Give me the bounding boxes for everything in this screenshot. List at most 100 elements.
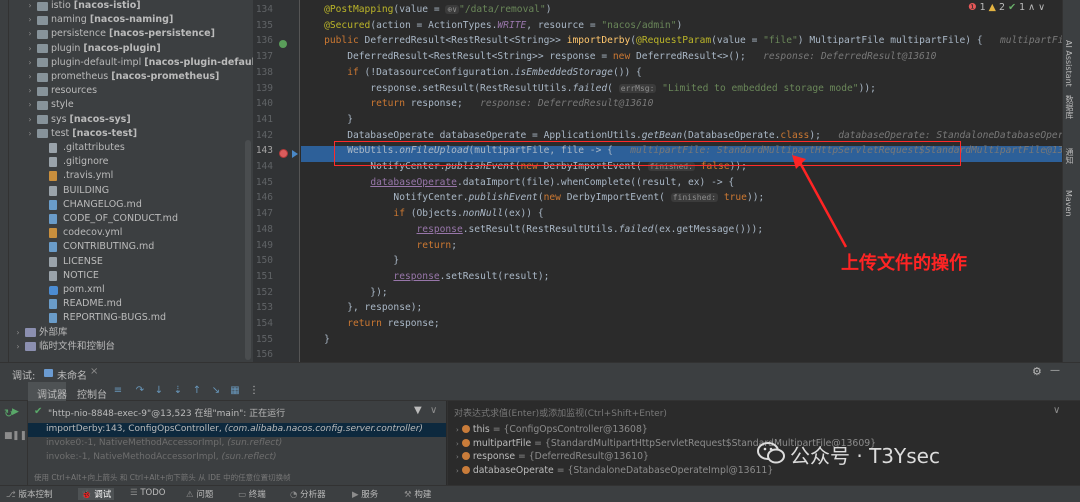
stack-frame[interactable]: invoke:-1, NativeMethodAccessorImpl, (su… xyxy=(46,452,277,462)
more-icon[interactable]: ⋮ xyxy=(248,385,260,397)
code-line[interactable]: @PostMapping(value = ⊕∨ "/data/removal") xyxy=(301,2,551,18)
chevron-right-icon[interactable]: › xyxy=(456,453,459,461)
chevron-right-icon[interactable]: › xyxy=(456,440,459,448)
code-line[interactable]: } xyxy=(301,253,399,269)
tree-item[interactable]: LICENSE xyxy=(9,255,253,269)
code-line[interactable]: response.setResult(RestResultUtils.faile… xyxy=(301,81,876,97)
tree-item[interactable]: › plugin [nacos-plugin] xyxy=(9,42,253,56)
code-line[interactable]: response.setResult(result); xyxy=(301,269,549,285)
chevron-right-icon[interactable]: › xyxy=(25,98,35,112)
chevron-right-icon[interactable]: › xyxy=(13,340,23,354)
run-to-cursor-icon[interactable]: ↘ xyxy=(210,385,222,397)
filter-icon[interactable]: ▼ xyxy=(414,405,422,416)
code-line[interactable]: } xyxy=(301,112,353,128)
tree-item[interactable]: README.md xyxy=(9,297,253,311)
code-line[interactable]: return response; response: DeferredResul… xyxy=(301,96,653,112)
ai-assistant-tool[interactable]: AI Assistant xyxy=(1064,40,1073,87)
tree-item[interactable]: pom.xml xyxy=(9,283,253,297)
tree-item[interactable]: › prometheus [nacos-prometheus] xyxy=(9,70,253,84)
thread-selector[interactable]: "http-nio-8848-exec-9"@13,523 在组"main": … xyxy=(48,406,285,419)
evaluate-icon[interactable]: ▦ xyxy=(229,385,241,397)
project-tool-strip[interactable] xyxy=(0,0,9,362)
chevron-right-icon[interactable]: › xyxy=(13,326,23,340)
tree-item[interactable]: › resources xyxy=(9,84,253,98)
tree-item[interactable]: › plugin-default-impl [nacos-plugin-defau… xyxy=(9,56,253,70)
code-line[interactable]: } xyxy=(301,332,330,348)
variable-row[interactable]: › databaseOperate = {StandaloneDatabaseOp… xyxy=(456,464,773,478)
tree-item[interactable]: CODE_OF_CONDUCT.md xyxy=(9,212,253,226)
tree-item[interactable]: › sys [nacos-sys] xyxy=(9,113,253,127)
tree-item[interactable]: .gitattributes xyxy=(9,141,253,155)
code-line[interactable]: return; xyxy=(301,238,457,254)
evaluate-expression-input[interactable]: 对表达式求值(Enter)或添加监视(Ctrl+Shift+Enter) xyxy=(454,406,667,419)
step-over-icon[interactable]: ↷ xyxy=(134,385,146,397)
tree-item[interactable]: › 外部库 xyxy=(9,326,253,340)
session-tab[interactable]: 未命名 xyxy=(57,367,87,382)
chevron-right-icon[interactable]: › xyxy=(456,467,459,475)
code-line[interactable]: @Secured(action = ActionTypes.WRITE, res… xyxy=(301,18,682,34)
chevron-right-icon[interactable]: › xyxy=(25,0,35,13)
chevron-right-icon[interactable]: › xyxy=(25,70,35,84)
chevron-right-icon[interactable]: › xyxy=(25,127,35,141)
stack-frame[interactable]: invoke0:-1, NativeMethodAccessorImpl, (s… xyxy=(46,438,282,448)
variable-row[interactable]: › response = {DeferredResult@13610} xyxy=(456,450,649,464)
tree-item[interactable]: CONTRIBUTING.md xyxy=(9,240,253,254)
chevron-right-icon[interactable]: › xyxy=(25,42,35,56)
stack-frame[interactable]: importDerby:143, ConfigOpsController, (c… xyxy=(46,424,423,434)
tree-item[interactable]: › istio [nacos-istio] xyxy=(9,0,253,13)
minimize-icon[interactable]: — xyxy=(1050,365,1060,376)
breakpoint-icon[interactable] xyxy=(279,149,288,158)
tree-item[interactable]: BUILDING xyxy=(9,184,253,198)
up-arrow-icon[interactable]: ∧ xyxy=(1028,2,1035,13)
tree-item[interactable]: .travis.yml xyxy=(9,169,253,183)
tool-window-button[interactable]: ▭ 终端 xyxy=(238,488,266,500)
tree-item[interactable]: REPORTING-BUGS.md xyxy=(9,311,253,325)
code-line[interactable]: public DeferredResult<RestResult<String>… xyxy=(301,33,1080,49)
tree-scrollbar[interactable] xyxy=(245,140,251,360)
step-into-icon[interactable]: ↓ xyxy=(153,385,165,397)
tree-item[interactable]: › naming [nacos-naming] xyxy=(9,13,253,27)
code-line[interactable]: }); xyxy=(301,285,387,301)
code-line[interactable]: databaseOperate.dataImport(file).whenCom… xyxy=(301,175,734,191)
chevron-down-icon[interactable]: ∨ xyxy=(1053,405,1060,416)
chevron-right-icon[interactable]: › xyxy=(25,84,35,98)
code-line[interactable]: DeferredResult<RestResult<String>> respo… xyxy=(301,49,936,65)
database-tool[interactable]: 数据库 xyxy=(1064,95,1075,119)
down-arrow-icon[interactable]: ∨ xyxy=(1038,2,1045,13)
code-line[interactable]: if (!DatasourceConfiguration.isEmbeddedS… xyxy=(301,65,642,81)
close-session-icon[interactable]: × xyxy=(90,366,98,377)
tree-item[interactable]: codecov.yml xyxy=(9,226,253,240)
tree-item[interactable]: NOTICE xyxy=(9,269,253,283)
tool-window-button[interactable]: ⎇ 版本控制 xyxy=(6,488,53,500)
tab-debugger[interactable]: 调试器 xyxy=(37,386,67,401)
pause-icon[interactable]: ❚❚ xyxy=(12,431,27,441)
tool-window-button[interactable]: 🐞 调试 xyxy=(78,488,115,500)
tree-item[interactable]: › test [nacos-test] xyxy=(9,127,253,141)
resume-icon[interactable]: ▶ xyxy=(12,407,19,417)
tab-console[interactable]: 控制台 xyxy=(77,386,107,401)
chevron-right-icon[interactable]: › xyxy=(25,27,35,41)
step-out-icon[interactable]: ↑ xyxy=(191,385,203,397)
tool-window-button[interactable]: ⚒ 构建 xyxy=(404,488,431,500)
chevron-down-icon[interactable]: ∨ xyxy=(430,405,437,416)
override-gutter-icon[interactable] xyxy=(279,40,287,48)
force-step-into-icon[interactable]: ⇣ xyxy=(172,385,184,397)
chevron-right-icon[interactable]: › xyxy=(456,426,459,434)
maven-tool[interactable]: Maven xyxy=(1064,190,1073,217)
inspection-widget[interactable]: ❶ 1 ▲ 2 ✔ 1 ∧ ∨ xyxy=(968,2,1045,13)
code-line[interactable]: }, response); xyxy=(301,300,422,316)
variable-row[interactable]: › this = {ConfigOpsController@13608} xyxy=(456,423,648,437)
tree-item[interactable]: › 临时文件和控制台 xyxy=(9,340,253,354)
notifications-tool[interactable]: 通知 xyxy=(1064,148,1075,164)
gear-icon[interactable]: ⚙ xyxy=(1032,365,1042,378)
tree-item[interactable]: .gitignore xyxy=(9,155,253,169)
tool-window-button[interactable]: ☰ TODO xyxy=(130,488,165,498)
tool-window-button[interactable]: ◔ 分析器 xyxy=(290,488,326,500)
tool-window-button[interactable]: ⚠ 问题 xyxy=(186,488,213,500)
project-tree[interactable]: › istio [nacos-istio] › naming [nacos-namin… xyxy=(9,0,253,362)
code-line[interactable]: return response; xyxy=(301,316,439,332)
tree-item[interactable]: › persistence [nacos-persistence] xyxy=(9,27,253,41)
code-line[interactable]: if (Objects.nonNull(ex)) { xyxy=(301,206,543,222)
code-line[interactable]: NotifyCenter.publishEvent(new DerbyImpor… xyxy=(301,190,764,206)
code-line[interactable]: response.setResult(RestResultUtils.faile… xyxy=(301,222,764,238)
